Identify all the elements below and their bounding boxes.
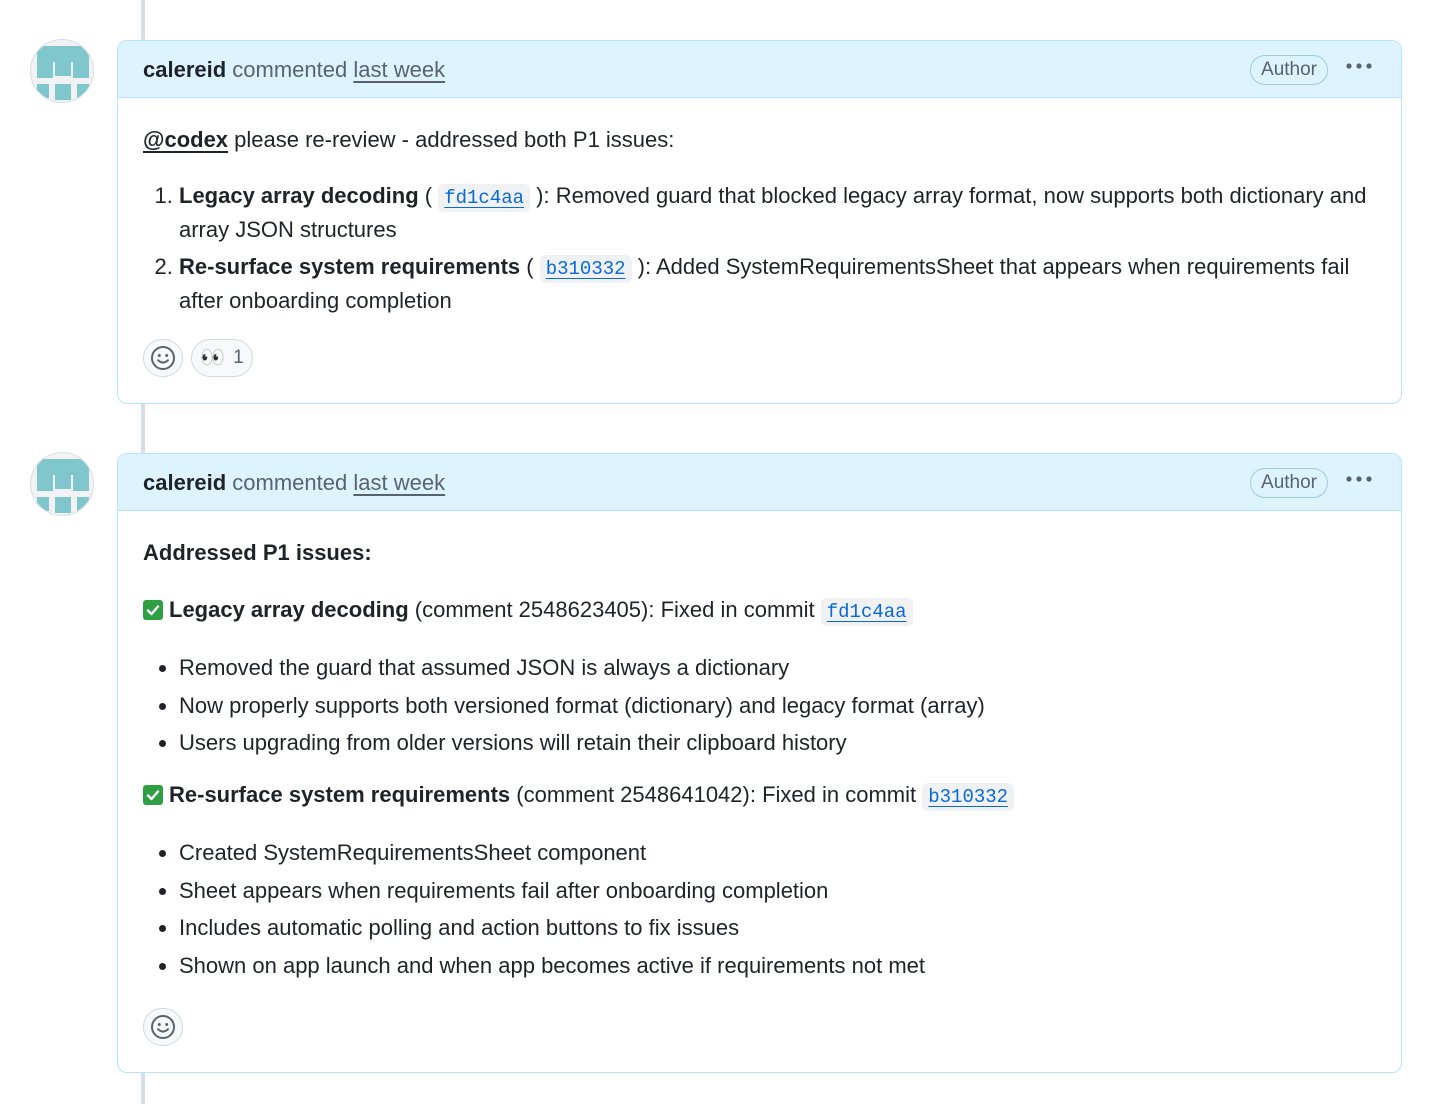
- issue-title: Re-surface system requirements: [179, 254, 521, 279]
- section-title-text: Legacy array decoding: [169, 597, 409, 622]
- heading-text: Addressed P1 issues:: [143, 540, 372, 565]
- section-title: Legacy array decoding (comment 254862340…: [143, 594, 1376, 628]
- section-title-text: Re-surface system requirements: [169, 782, 511, 807]
- check-mark-icon: [143, 600, 163, 620]
- comment-action: commented: [232, 57, 348, 82]
- smiley-icon: [151, 1014, 175, 1039]
- bullet-list: Created SystemRequirementsSheet componen…: [143, 837, 1376, 982]
- timestamp-link[interactable]: last week: [353, 57, 445, 82]
- add-reaction-button[interactable]: [143, 339, 183, 377]
- author-name[interactable]: calereid: [143, 470, 226, 495]
- timestamp-link[interactable]: last week: [353, 470, 445, 495]
- section-meta: (comment 2548641042): Fixed in commit: [510, 782, 923, 807]
- bullet-list: Removed the guard that assumed JSON is a…: [143, 652, 1376, 759]
- kebab-menu-icon[interactable]: [1345, 474, 1373, 484]
- author-badge: Author: [1250, 468, 1328, 498]
- smiley-icon: [151, 346, 175, 370]
- commit-link[interactable]: b310332: [922, 783, 1015, 811]
- intro-paragraph: @codex please re-review - addressed both…: [143, 124, 1376, 156]
- author-name[interactable]: calereid: [143, 57, 226, 82]
- list-item: Users upgrading from older versions will…: [179, 727, 1376, 759]
- list-item: Shown on app launch and when app becomes…: [179, 950, 1376, 982]
- list-item: Includes automatic polling and action bu…: [179, 912, 1376, 944]
- comment-header: calereid commented last week Author: [118, 454, 1401, 511]
- check-mark-icon: [143, 785, 163, 805]
- eyes-reaction-button[interactable]: 👀 1: [191, 339, 253, 377]
- reactions-bar: 👀 1: [143, 339, 1376, 377]
- issue-title: Legacy array decoding: [179, 183, 419, 208]
- commit-link[interactable]: fd1c4aa: [438, 184, 531, 212]
- issue-list: Legacy array decoding ( fd1c4aa ): Remov…: [143, 180, 1376, 317]
- list-item: Re-surface system requirements ( b310332…: [179, 251, 1376, 317]
- eyes-emoji-icon: 👀: [200, 347, 226, 369]
- list-item: Legacy array decoding ( fd1c4aa ): Remov…: [179, 180, 1376, 246]
- list-item: Sheet appears when requirements fail aft…: [179, 875, 1376, 907]
- list-item: Created SystemRequirementsSheet componen…: [179, 837, 1376, 869]
- kebab-menu-icon[interactable]: [1345, 61, 1373, 71]
- intro-text: please re-review - addressed both P1 iss…: [228, 127, 675, 152]
- avatar[interactable]: [30, 39, 94, 103]
- list-item: Removed the guard that assumed JSON is a…: [179, 652, 1376, 684]
- comment-box: calereid commented last week Author @cod…: [117, 40, 1402, 404]
- user-mention[interactable]: @codex: [143, 127, 228, 152]
- section-meta: (comment 2548623405): Fixed in commit: [408, 597, 821, 622]
- avatar[interactable]: [30, 452, 94, 516]
- commit-link[interactable]: fd1c4aa: [820, 598, 913, 626]
- comment-box: calereid commented last week Author Addr…: [117, 453, 1402, 1073]
- comment-body: Addressed P1 issues: Legacy array decodi…: [118, 511, 1401, 1046]
- add-reaction-button[interactable]: [143, 1007, 183, 1046]
- reaction-count: 1: [233, 347, 244, 368]
- comment-heading: Addressed P1 issues:: [143, 537, 1376, 569]
- commit-link[interactable]: b310332: [539, 255, 632, 283]
- comment-header: calereid commented last week Author: [118, 41, 1401, 98]
- comment-action: commented: [232, 470, 348, 495]
- reactions-bar: [143, 1007, 1376, 1046]
- section-title: Re-surface system requirements (comment …: [143, 779, 1376, 813]
- list-item: Now properly supports both versioned for…: [179, 690, 1376, 722]
- author-badge: Author: [1250, 55, 1328, 85]
- comment-body: @codex please re-review - addressed both…: [118, 98, 1401, 377]
